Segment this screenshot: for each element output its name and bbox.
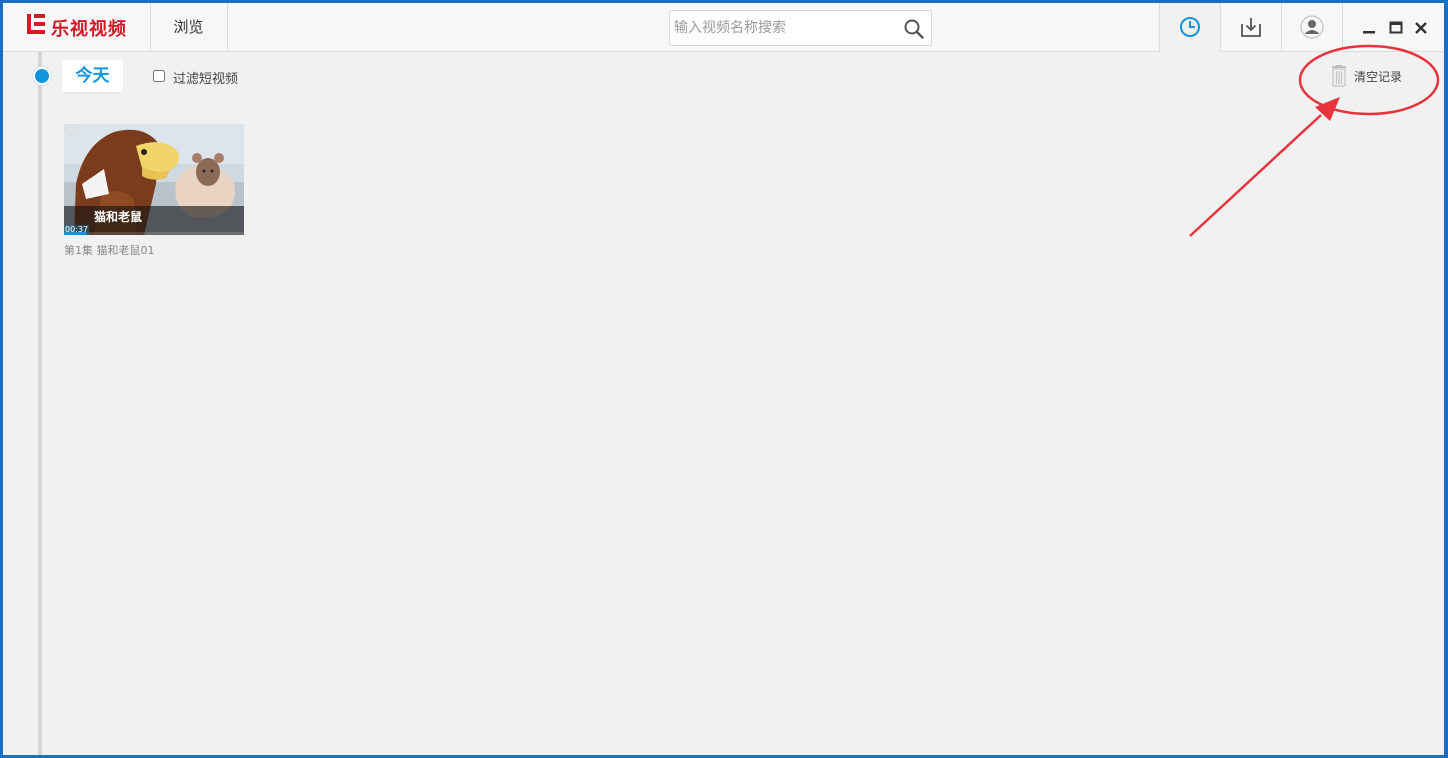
tv-icon (64, 124, 78, 136)
video-thumbnail[interactable]: 猫和老鼠 00:37 (64, 124, 244, 235)
app-logo[interactable]: 乐视视频 (3, 3, 151, 51)
search-input[interactable] (674, 11, 894, 45)
user-icon (1300, 15, 1324, 39)
clear-history-label: 清空记录 (1354, 70, 1403, 84)
clear-history-button[interactable]: 清空记录 (1328, 63, 1408, 89)
clock-icon (1180, 17, 1200, 37)
search-icon[interactable] (903, 18, 925, 40)
annotation-arrow-head (1315, 97, 1340, 121)
annotation-arrow-shaft (1189, 114, 1322, 237)
progress-track (64, 232, 244, 235)
top-bar: 乐视视频 浏览 (3, 3, 1444, 52)
thumbnail-overlay (64, 206, 244, 235)
download-button[interactable] (1220, 3, 1281, 51)
filter-checkbox[interactable] (153, 70, 165, 82)
annotation-overlay (1189, 44, 1440, 237)
history-button[interactable] (1159, 3, 1220, 52)
minimize-icon[interactable] (1360, 19, 1378, 37)
date-label: 今天 (62, 60, 123, 92)
trash-icon (1332, 65, 1346, 87)
app-window: 乐视视频 浏览 输入视频名称搜索 今天 过滤短视频 清空记录 猫和老鼠 00:3… (3, 3, 1444, 755)
filter-label[interactable]: 过滤短视频 (173, 68, 238, 87)
download-icon (1241, 18, 1261, 37)
user-button[interactable] (1281, 3, 1343, 51)
brand-name: 乐视视频 (51, 19, 127, 40)
episode-label[interactable]: 第1集 猫和老鼠01 (64, 242, 155, 258)
tab-browse[interactable]: 浏览 (150, 3, 228, 51)
maximize-icon[interactable] (1387, 19, 1405, 37)
close-icon[interactable] (1412, 19, 1430, 37)
timeline-dot (33, 67, 51, 85)
timeline-line (38, 51, 42, 755)
video-duration: 00:37 (64, 225, 90, 235)
video-title: 猫和老鼠 (94, 210, 143, 224)
search-box (669, 10, 932, 46)
letv-logo-icon (27, 14, 45, 34)
